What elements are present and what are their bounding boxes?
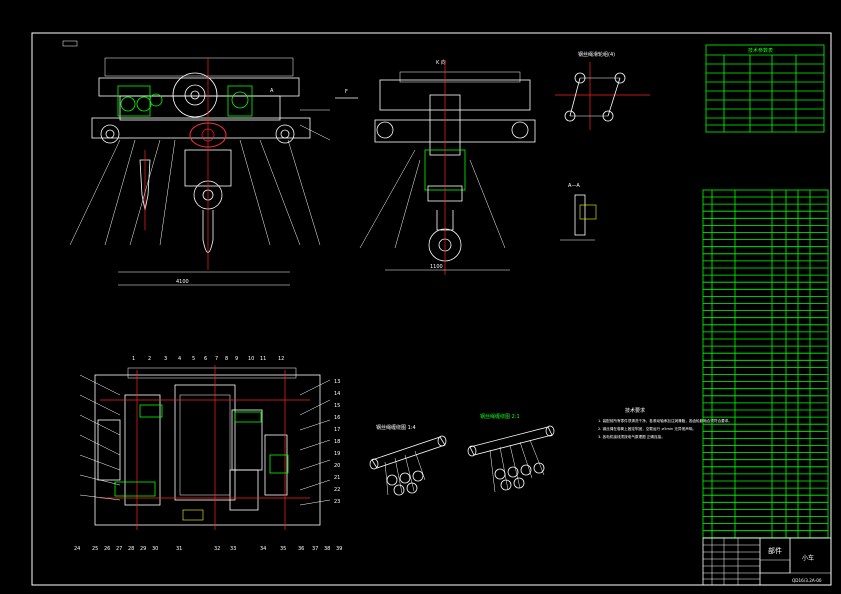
rope-diagram-2: 钢丝绳缠绕图 2:1 xyxy=(467,413,555,493)
params-table-title: 技术参数表 xyxy=(748,47,773,54)
parts-list xyxy=(702,189,829,539)
rope-diagram-1-title: 钢丝绳缠绕图 1:4 xyxy=(376,424,416,431)
balloon: 22 xyxy=(334,487,340,493)
balloon: 9 xyxy=(235,356,238,362)
balloon: 31 xyxy=(176,546,182,552)
balloon: 1 xyxy=(132,356,135,362)
balloon: 23 xyxy=(334,499,340,505)
tech-requirement-line: 3. 各电机接线须按电气原理图 正确连接。 xyxy=(598,434,665,439)
tech-requirement-line: 2. 钢丝绳在卷筒上固定牢固，空载运行 ≥5min 无异常声响。 xyxy=(598,426,696,431)
params-table: 技术参数表 xyxy=(705,44,825,133)
balloon: 20 xyxy=(334,463,340,469)
balloon: 37 xyxy=(312,546,318,552)
section-a-a: A—A xyxy=(560,183,597,241)
balloon: 8 xyxy=(225,356,228,362)
plan-view xyxy=(79,365,331,530)
balloons-right: 13 14 15 16 17 18 19 20 21 22 23 xyxy=(334,379,340,505)
title-block: 部件 小车 QD16/3.2A-00 xyxy=(702,537,832,586)
balloon: 3 xyxy=(164,356,167,362)
dimension-f-label: F xyxy=(345,89,348,95)
balloons-top: 1 2 3 4 5 6 7 8 9 10 11 12 xyxy=(132,356,284,362)
balloon: 7 xyxy=(215,356,218,362)
svg-text:4100: 4100 xyxy=(176,279,189,285)
tech-requirements-title: 技术要求 xyxy=(625,407,645,414)
balloon: 2 xyxy=(148,356,151,362)
k-view-label: K 向 xyxy=(436,59,446,66)
balloon: 4 xyxy=(178,356,181,362)
pulley-diagram-title: 钢丝绳滑轮组(4) xyxy=(578,51,615,58)
balloon: 26 xyxy=(104,546,110,552)
balloon: 29 xyxy=(140,546,146,552)
balloon: 18 xyxy=(334,439,340,445)
balloon: 10 xyxy=(248,356,254,362)
balloon: 35 xyxy=(280,546,286,552)
balloon: 14 xyxy=(334,391,340,397)
rope-diagram-2-title: 钢丝绳缠绕图 2:1 xyxy=(480,413,520,420)
balloon: 6 xyxy=(204,356,207,362)
balloon: 25 xyxy=(92,546,98,552)
balloon: 34 xyxy=(260,546,266,552)
balloon: 39 xyxy=(336,546,342,552)
balloon: 38 xyxy=(324,546,330,552)
balloon: 16 xyxy=(334,415,340,421)
rope-diagram-1: 钢丝绳缠绕图 1:4 xyxy=(369,424,447,496)
cad-drawing-canvas: 4100 F A K 向 1100 钢丝绳滑轮组(4) A—A 1 2 3 4 … xyxy=(31,32,832,586)
balloons-bottom: 24 25 26 27 28 29 30 31 32 33 34 35 36 3… xyxy=(74,546,342,552)
dimension-a-label: A xyxy=(270,88,274,94)
balloon: 12 xyxy=(278,356,284,362)
balloon: 17 xyxy=(334,427,340,433)
balloon: 13 xyxy=(334,379,340,385)
front-view: 4100 F A xyxy=(62,40,358,286)
balloon: 19 xyxy=(334,451,340,457)
title-block-drawing-no: QD16/3.2A-00 xyxy=(792,578,822,583)
a-a-label: A—A xyxy=(568,183,580,189)
balloon: 15 xyxy=(334,403,340,409)
side-view-k: K 向 1100 xyxy=(359,59,536,275)
balloon: 27 xyxy=(116,546,122,552)
balloon: 11 xyxy=(260,356,266,362)
balloon: 36 xyxy=(298,546,304,552)
balloon: 24 xyxy=(74,546,80,552)
svg-text:1100: 1100 xyxy=(430,264,443,270)
balloon: 5 xyxy=(192,356,195,362)
pulley-diagram: 钢丝绳滑轮组(4) xyxy=(555,51,650,130)
balloon: 30 xyxy=(152,546,158,552)
balloon: 32 xyxy=(214,546,220,552)
balloon: 28 xyxy=(128,546,134,552)
title-block-designation: 小车 xyxy=(802,554,814,562)
balloon: 33 xyxy=(230,546,236,552)
title-block-name: 部件 xyxy=(768,546,782,555)
balloon: 21 xyxy=(334,475,340,481)
